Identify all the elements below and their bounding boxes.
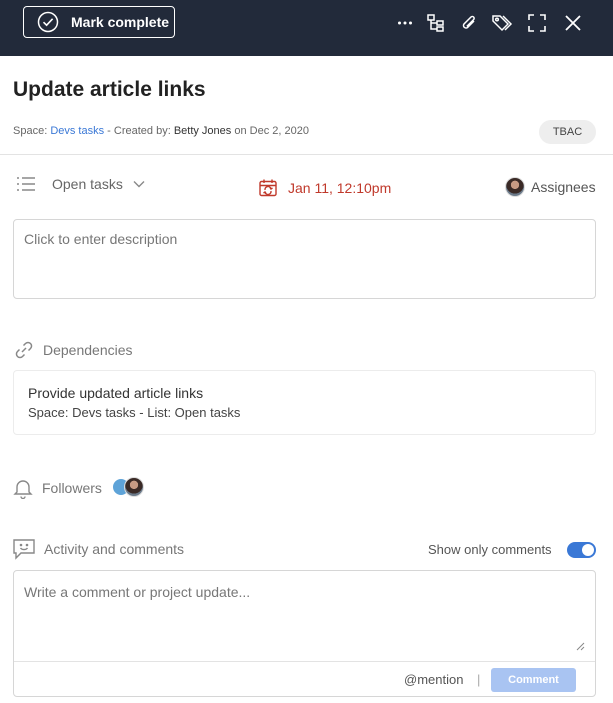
comment-footer: @mention | Comment — [14, 661, 595, 696]
creator-name: Betty Jones — [173, 125, 232, 137]
dependency-title: Provide updated article links — [28, 385, 204, 401]
show-only-comments-toggle[interactable] — [567, 542, 596, 558]
followers-header: Followers — [12, 477, 102, 499]
followers-label: Followers — [42, 480, 102, 496]
activity-header: Activity and comments — [12, 538, 184, 560]
comment-submit-button[interactable]: Comment — [491, 668, 576, 692]
bell-icon — [13, 480, 33, 499]
list-icon — [17, 177, 35, 191]
expand-icon[interactable] — [526, 12, 548, 34]
calendar-repeat-icon — [259, 179, 277, 197]
created-date: on Dec 2, 2020 — [231, 125, 309, 137]
toggle-knob — [582, 544, 594, 556]
created-by-prefix: - Created by: — [104, 125, 174, 137]
mention-button[interactable]: @mention — [404, 672, 463, 687]
followers-avatars[interactable] — [111, 477, 147, 497]
assignees-label: Assignees — [531, 179, 596, 195]
divider — [0, 154, 613, 155]
list-label: Open tasks — [52, 176, 123, 192]
activity-label: Activity and comments — [44, 541, 185, 557]
due-date-label: Jan 11, 12:10pm — [288, 180, 392, 196]
task-title[interactable]: Update article links — [13, 78, 206, 102]
resize-handle-icon[interactable] — [575, 641, 585, 651]
dependencies-header: Dependencies — [13, 339, 133, 361]
footer-separator: | — [477, 672, 481, 687]
dependency-item[interactable]: Provide updated article links Space: Dev… — [13, 370, 596, 435]
mark-complete-label: Mark complete — [71, 14, 170, 30]
comment-box: Write a comment or project update... @me… — [13, 570, 596, 697]
space-prefix: Space: — [13, 125, 51, 137]
dependency-subtitle: Space: Devs tasks - List: Open tasks — [28, 405, 241, 420]
more-icon[interactable] — [394, 12, 416, 34]
mark-complete-button[interactable]: Mark complete — [23, 6, 175, 38]
show-only-comments-label: Show only comments — [428, 542, 552, 557]
check-circle-icon — [37, 11, 59, 33]
assignee-avatar — [505, 177, 525, 197]
chevron-down-icon — [133, 181, 145, 188]
description-field[interactable]: Click to enter description — [13, 219, 596, 299]
tag-icon[interactable] — [491, 12, 513, 34]
comment-input[interactable]: Write a comment or project update... — [14, 571, 595, 661]
space-link[interactable]: Devs tasks — [50, 125, 104, 137]
task-toolbar: Mark complete — [0, 0, 613, 56]
link-icon — [15, 341, 33, 359]
list-selector[interactable]: Open tasks — [16, 176, 145, 192]
follower-avatar — [124, 477, 144, 497]
due-date[interactable]: Jan 11, 12:10pm — [258, 178, 391, 198]
assignees-selector[interactable]: Assignees — [505, 177, 596, 197]
attachment-icon[interactable] — [458, 12, 480, 34]
comment-smile-icon — [13, 539, 35, 560]
subtasks-icon[interactable] — [425, 12, 447, 34]
task-meta: Space: Devs tasks - Created by: Betty Jo… — [13, 125, 309, 137]
project-badge[interactable]: TBAC — [539, 120, 596, 144]
dependencies-label: Dependencies — [43, 342, 133, 358]
close-icon[interactable] — [562, 12, 584, 34]
